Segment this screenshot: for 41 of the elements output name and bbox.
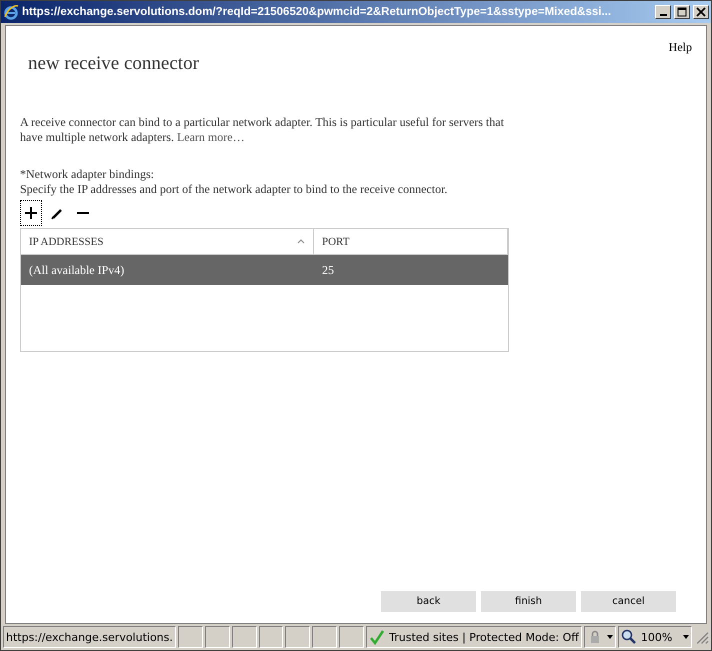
table-cell-text: (All available IPv4): [28, 262, 126, 278]
column-title: IP ADDRESSES: [29, 236, 104, 248]
column-title: PORT: [322, 236, 350, 248]
status-pane: [178, 626, 203, 648]
table-cell-text: 25: [321, 262, 335, 278]
close-button[interactable]: [693, 5, 709, 19]
status-pane: [258, 626, 284, 648]
table-row[interactable]: (All available IPv4) 25: [21, 255, 508, 285]
wizard-button[interactable]: cancel: [581, 591, 676, 612]
status-url: https://exchange.servolutions.: [3, 626, 176, 648]
status-pane: [312, 626, 338, 648]
maximize-icon: [677, 7, 687, 17]
status-pane: [285, 626, 310, 648]
zoom-pane[interactable]: 100%: [618, 626, 692, 648]
add-button[interactable]: [20, 200, 42, 226]
help-link[interactable]: Help: [668, 40, 692, 55]
close-icon: [696, 7, 706, 17]
checkmark-icon: [369, 629, 386, 645]
wizard-button[interactable]: finish: [481, 591, 576, 612]
status-pane: [339, 626, 364, 648]
window-title: https://exchange.servolutions.dom/?reqId=21506520&pwmcid=2&ReturnObjectType=1&sstype=Mixed&ssi...: [22, 6, 612, 18]
zone-text: Trusted sites | Protected Mode: Off: [389, 630, 579, 644]
zoom-level: 100%: [640, 630, 672, 644]
security-pane[interactable]: [584, 626, 616, 648]
zoom-icon: [620, 629, 637, 645]
dropdown-icon: [682, 635, 689, 639]
minimize-button[interactable]: [655, 5, 671, 19]
minimize-icon: [660, 14, 666, 16]
bindings-instruction: Specify the IP addresses and port of the network adapter to bind to the receive connector.: [20, 182, 448, 197]
pencil-icon: [50, 206, 64, 220]
learn-more-link[interactable]: Learn more…: [176, 130, 245, 144]
dialog-heading: new receive connector: [28, 53, 200, 75]
status-pane: [204, 626, 230, 648]
status-pane: [232, 626, 257, 648]
maximize-button[interactable]: [674, 5, 690, 19]
description-text: A receive connector can bind to a particular network adapter. This is particular useful for servers that have multiple network adapters. Learn more…: [20, 115, 505, 145]
browser-logo-icon: [3, 4, 19, 20]
wizard-button[interactable]: back: [381, 591, 476, 612]
add-icon: [24, 206, 38, 220]
bindings-label: *Network adapter bindings:: [20, 167, 155, 182]
dropdown-icon: [606, 635, 613, 639]
